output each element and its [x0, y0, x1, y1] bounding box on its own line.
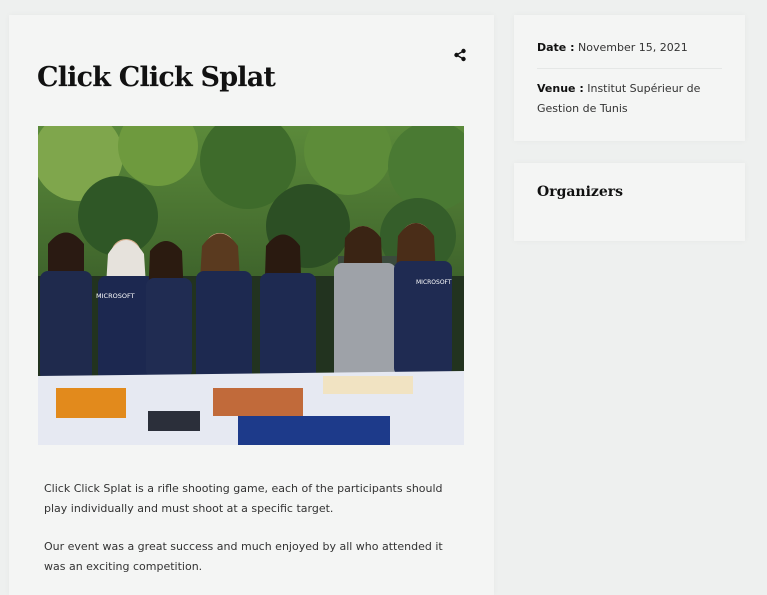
date-row: Date : November 15, 2021 [537, 38, 727, 58]
divider [537, 68, 722, 69]
event-description-1: Click Click Splat is a rifle shooting ga… [44, 482, 443, 515]
venue-row: Venue : Institut Supérieur de Gestion de… [537, 79, 727, 119]
shirt-logo-text: MICROSOFT [96, 292, 135, 300]
date-value: November 15, 2021 [578, 41, 688, 54]
share-icon[interactable] [451, 46, 469, 64]
venue-label: Venue : [537, 82, 584, 95]
organizers-card: Organizers [514, 163, 745, 241]
organizers-title: Organizers [537, 184, 624, 200]
page-title: Click Click Splat [37, 62, 276, 93]
event-description-2: Our event was a great success and much e… [44, 540, 443, 573]
shirt-logo-text: MICROSOFT [416, 279, 452, 286]
event-photo: MICROSOFT MICROSOFT [38, 126, 464, 445]
date-label: Date : [537, 41, 575, 54]
event-details-card: Date : November 15, 2021 Venue : Institu… [514, 15, 745, 141]
